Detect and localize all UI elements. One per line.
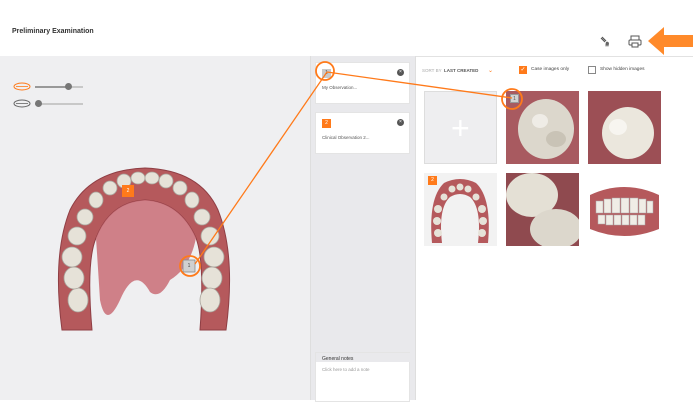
callout-circle xyxy=(179,255,201,277)
callout-circle xyxy=(501,88,523,110)
callout-circle xyxy=(315,61,335,81)
callout-lines xyxy=(179,61,523,277)
arrow-left-icon xyxy=(648,27,693,55)
